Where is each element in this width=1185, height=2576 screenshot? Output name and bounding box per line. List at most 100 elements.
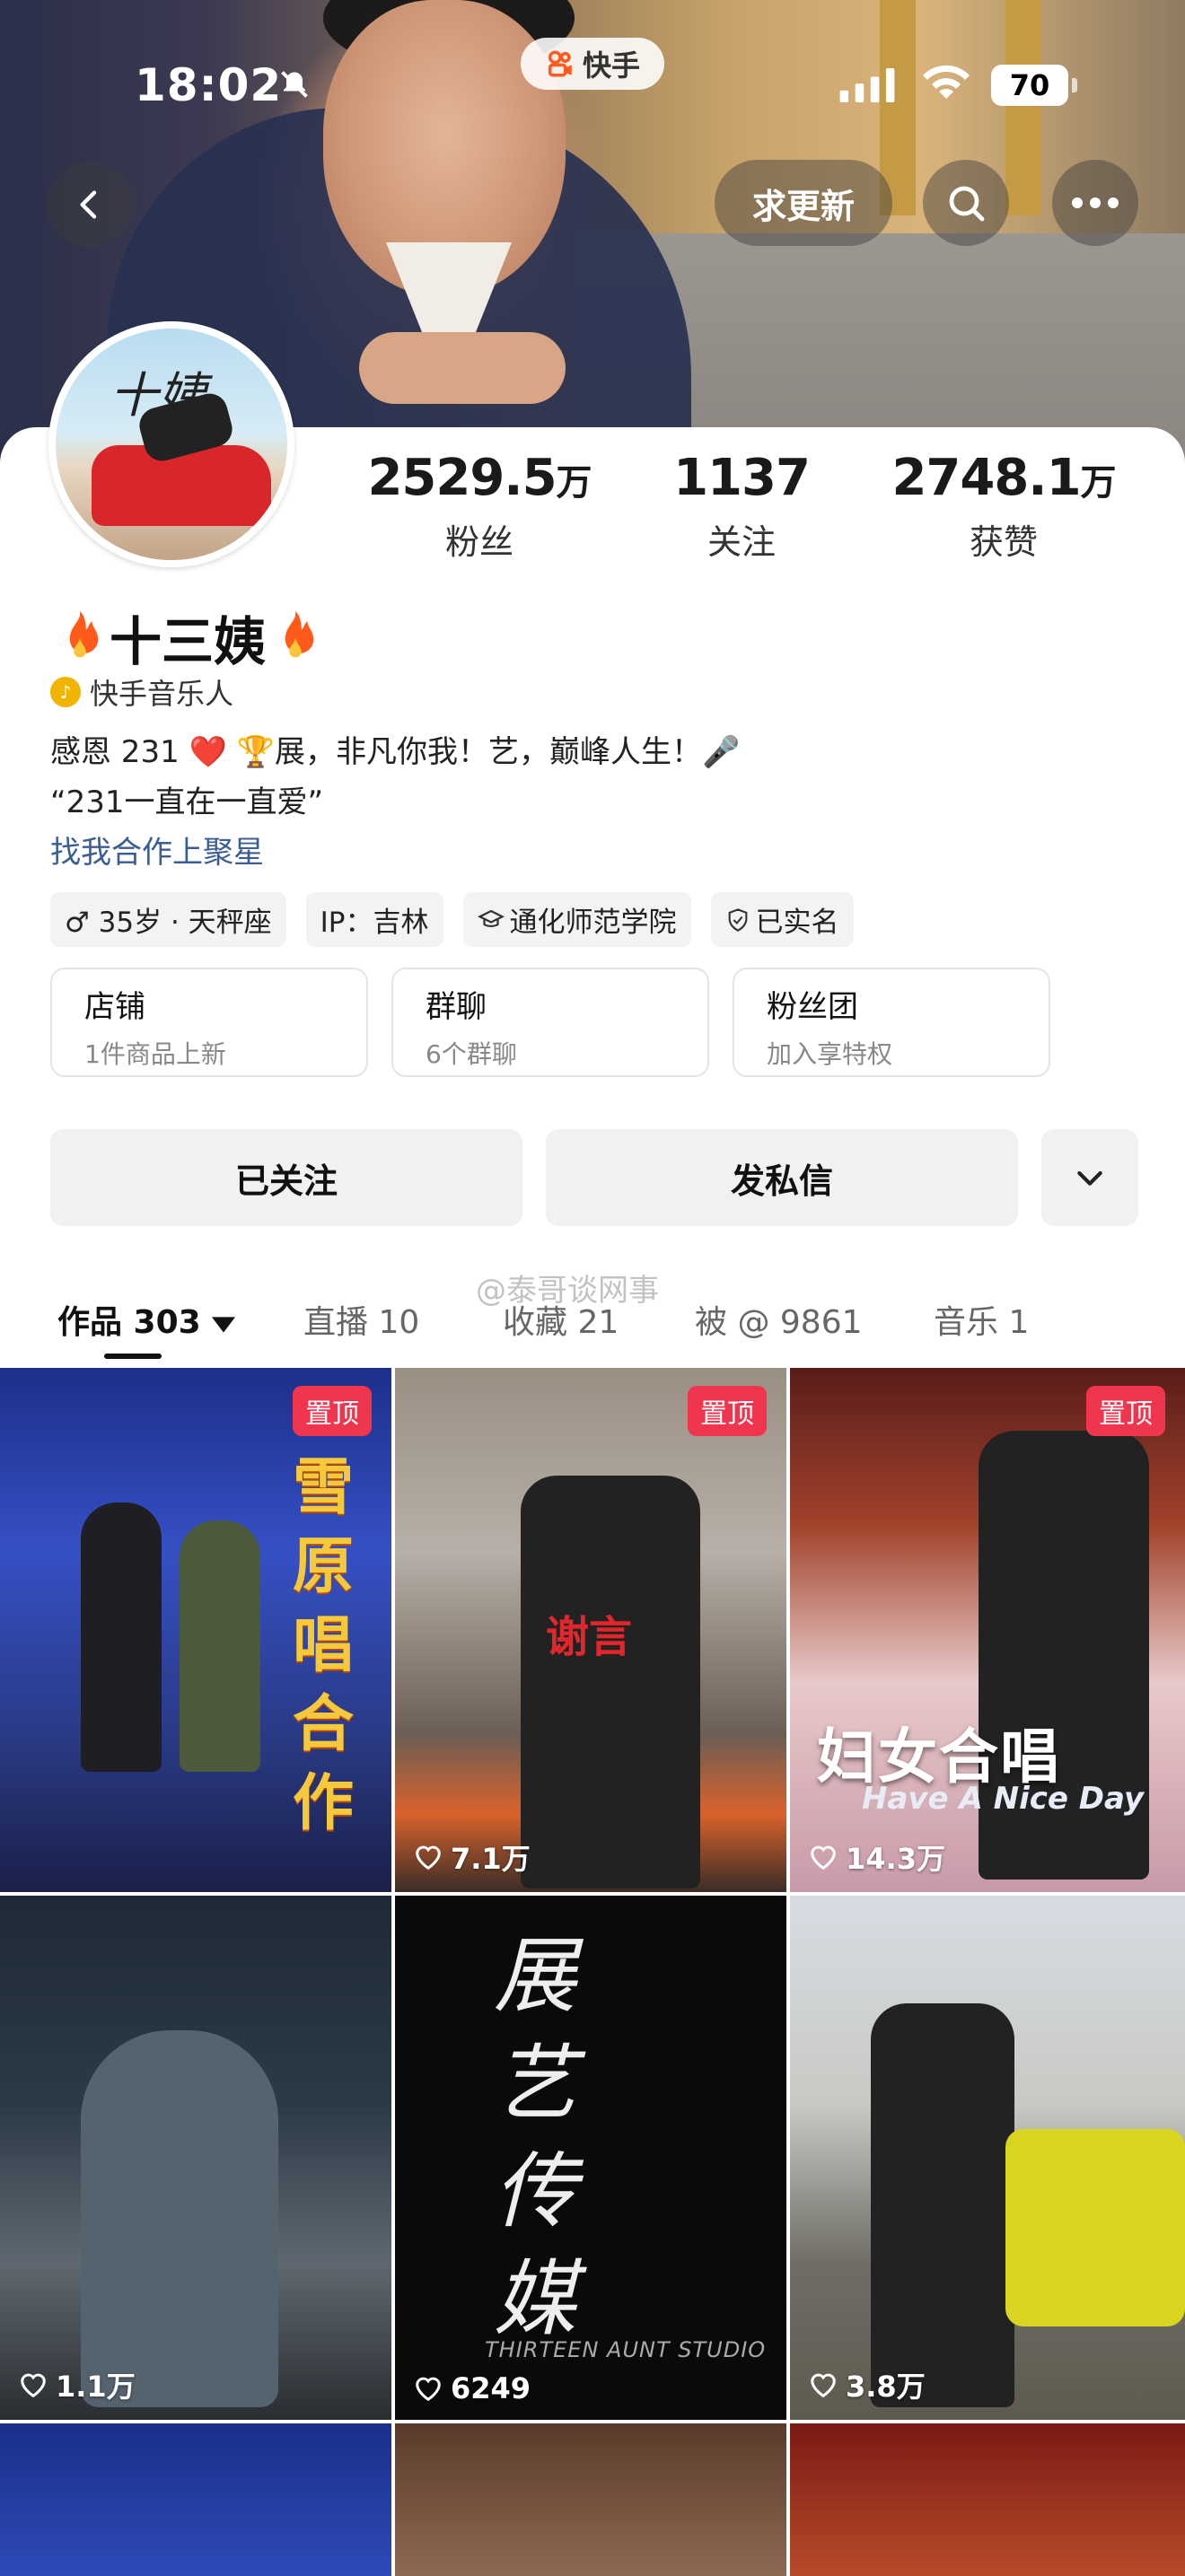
pinned-badge: 置顶 [688,1386,767,1436]
video-thumbnail[interactable]: 展艺传媒 THIRTEEN AUNT STUDIO 6249 [395,1896,790,2420]
tab-works[interactable]: 作品 303 [57,1296,236,1343]
bio-line-1: 感恩 231 ❤️ 🏆展，非凡你我！艺，巅峰人生！🎤 [50,734,741,770]
chevron-left-icon [80,190,97,219]
video-thumbnail[interactable] [395,2423,790,2576]
chip-age-zodiac: ♂ 35岁 · 天秤座 [50,892,286,947]
thumbnail-caption: 谢言 [546,1612,633,1662]
back-button[interactable] [47,162,133,248]
like-count: 1.1万 [18,2364,136,2405]
bio-line-2: “231一直在一直爱” [50,784,324,820]
status-time: 18:02 [135,59,283,111]
avatar[interactable]: 十姨 [48,321,294,567]
wifi-icon [923,65,970,99]
like-count-label: 14.3万 [846,1842,945,1876]
shop-box-subtitle: 1件商品上新 [84,1039,226,1069]
fire-icon [69,610,99,658]
stat-likes-label: 获赞 [969,522,1038,562]
send-message-button[interactable]: 发私信 [546,1129,1018,1226]
tab-works-label: 作品 303 [57,1304,201,1341]
musician-badge[interactable]: ♪ 快手音乐人 [50,671,233,713]
thumbnail-subcaption: Have A Nice Day [862,1781,1145,1817]
like-count: 14.3万 [808,1836,945,1878]
heart-icon [811,1845,836,1871]
stat-following-number: 1137 [673,449,811,507]
like-count-label: 3.8万 [846,2370,926,2404]
app-pill[interactable]: 快手 [521,38,664,90]
expand-button[interactable] [1041,1129,1138,1226]
chip-school-label: 通化师范学院 [509,907,677,939]
like-count: 6249 [413,2371,531,2405]
chip-verified[interactable]: 已实名 [710,892,854,947]
video-thumbnail[interactable] [790,2423,1185,2576]
bell-muted-icon [281,71,308,98]
status-bar: 18:02 快手 70 [0,0,1185,171]
pinned-badge: 置顶 [1086,1386,1165,1436]
stat-followers[interactable]: 2529.5万 粉丝 [354,449,605,564]
stat-followers-number: 2529.5 [367,449,557,507]
chip-ip-location: IP：吉林 [305,892,443,947]
profile-name: 十三姨 [110,611,267,672]
group-chat-box-title: 群聊 [426,989,487,1025]
like-count: 3.8万 [808,2364,926,2405]
chevron-down-icon [1077,1170,1102,1186]
group-chat-box[interactable]: 群聊 6个群聊 [391,968,709,1077]
fan-club-box[interactable]: 粉丝团 加入享特权 [733,968,1050,1077]
search-button[interactable] [923,160,1009,246]
thumbnail-caption: 雪原唱合作 [292,1452,354,1839]
video-thumbnail[interactable]: 妇女合唱 Have A Nice Day 置顶 14.3万 [790,1368,1185,1892]
chip-age-zodiac-label: ♂ 35岁 · 天秤座 [65,907,272,939]
battery-indicator: 70 [991,65,1077,106]
collab-link[interactable]: 找我合作上聚星 [50,828,264,872]
cell-signal-icon [839,68,895,102]
tab-mentions[interactable]: 被 @ 9861 [695,1296,863,1343]
like-count-label: 7.1万 [451,1842,531,1876]
more-options-button[interactable] [1052,160,1138,246]
caret-down-icon [212,1317,236,1333]
stat-followers-label: 粉丝 [444,522,514,562]
music-note-icon: ♪ [50,677,81,707]
pinned-badge: 置顶 [293,1386,372,1436]
chip-ip-location-label: IP：吉林 [320,907,429,939]
following-button[interactable]: 已关注 [50,1129,522,1226]
heart-icon [416,2377,441,2402]
thumbnail-caption: 展艺传媒 [494,1928,577,2347]
fire-icon [285,610,314,658]
like-count: 7.1万 [413,1836,531,1878]
watermark: @泰哥谈网事 [476,1273,659,1309]
info-chips: ♂ 35岁 · 天秤座 IP：吉林 通化师范学院 已实名 [50,892,854,947]
chip-school[interactable]: 通化师范学院 [462,892,691,947]
chip-verified-label: 已实名 [755,907,839,939]
kuaishou-logo-icon [548,50,572,77]
stat-likes-number: 2748.1 [891,449,1081,507]
stat-following[interactable]: 1137 关注 [616,449,867,564]
active-tab-indicator [104,1354,162,1359]
like-count-label: 1.1万 [56,2370,136,2404]
stat-following-label: 关注 [707,522,776,562]
video-thumbnail[interactable]: 1.1万 [0,1896,395,2420]
tab-music[interactable]: 音乐 1 [934,1296,1029,1343]
tab-live[interactable]: 直播 10 [303,1296,419,1343]
video-thumbnail[interactable] [0,2423,395,2576]
stat-followers-unit: 万 [556,462,592,504]
request-update-button[interactable]: 求更新 [715,160,892,246]
video-thumbnail[interactable]: 雪原唱合作 置顶 [0,1368,395,1892]
action-buttons: 已关注 发私信 [50,1129,1138,1226]
heart-icon [416,1845,441,1871]
fan-club-box-subtitle: 加入享特权 [767,1039,893,1069]
heart-icon [811,2373,836,2398]
video-grid: 雪原唱合作 置顶 谢言 置顶 7.1万 妇女合唱 Have A Nice Day… [0,1368,1185,2576]
stat-likes[interactable]: 2748.1万 获赞 [878,449,1129,564]
more-dots-icon [1072,197,1119,208]
graduation-cap-icon [477,909,505,927]
like-count-label: 6249 [451,2371,531,2405]
app-pill-label: 快手 [582,48,640,83]
search-icon [949,186,985,222]
video-thumbnail[interactable]: 谢言 置顶 7.1万 [395,1368,790,1892]
heart-icon [21,2373,46,2398]
musician-badge-label: 快手音乐人 [90,677,234,711]
group-chat-box-subtitle: 6个群聊 [426,1039,517,1069]
shop-box[interactable]: 店铺 1件商品上新 [50,968,368,1077]
video-thumbnail[interactable]: 3.8万 [790,1896,1185,2420]
fan-club-box-title: 粉丝团 [767,989,858,1025]
thumbnail-subcaption: THIRTEEN AUNT STUDIO [485,2337,767,2362]
